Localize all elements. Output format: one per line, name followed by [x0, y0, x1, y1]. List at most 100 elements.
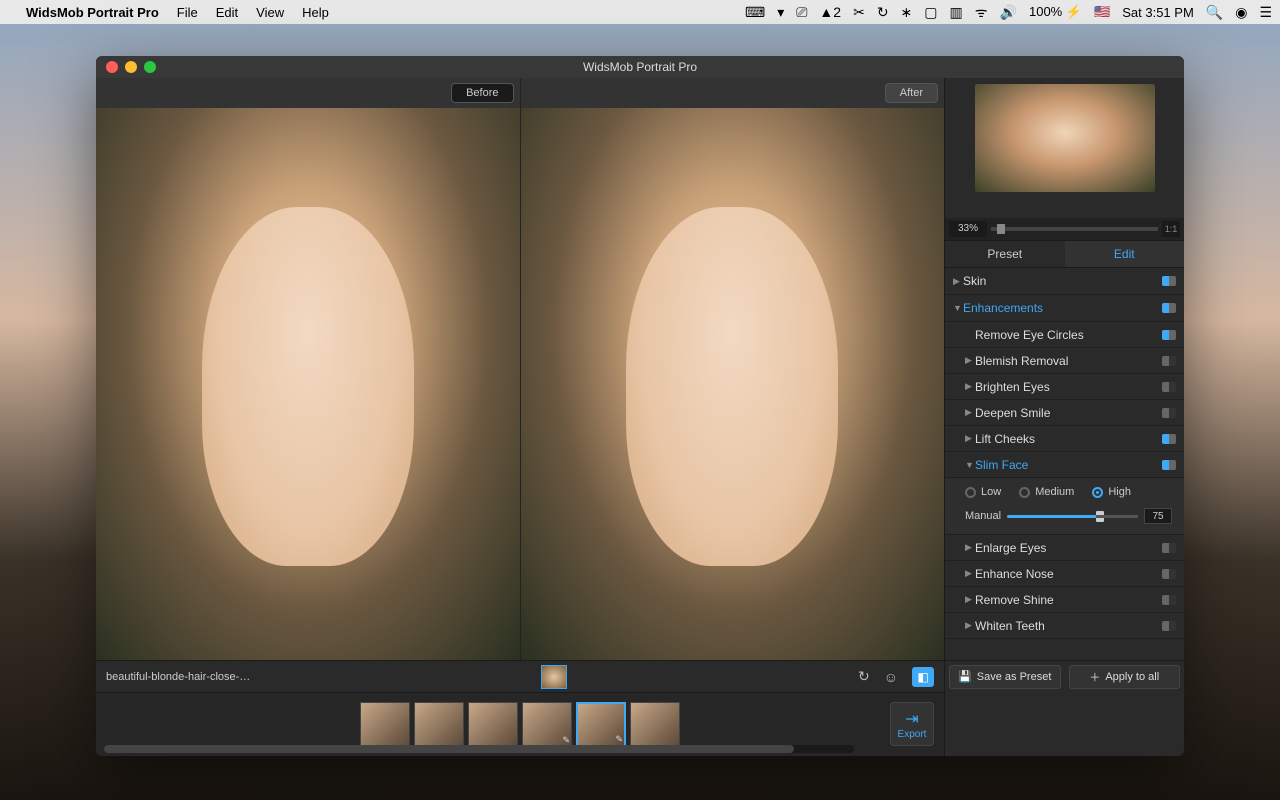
macos-menubar: WidsMob Portrait Pro File Edit View Help…	[0, 0, 1280, 24]
preview-thumbnail[interactable]	[945, 78, 1184, 218]
export-icon: ⇥	[905, 709, 918, 729]
manual-slider[interactable]	[1007, 515, 1138, 518]
thumbnail-3[interactable]	[468, 702, 518, 748]
sub-lift-cheeks[interactable]: ▶Lift Cheeks	[945, 425, 1184, 451]
maximize-window-button[interactable]	[144, 61, 156, 73]
menu-edit[interactable]: Edit	[216, 5, 238, 20]
thumbnail-1[interactable]	[360, 702, 410, 748]
wifi-icon[interactable]: ᯤ	[975, 3, 988, 22]
chevron-right-icon: ▶	[965, 542, 975, 553]
chevron-right-icon: ▶	[965, 355, 975, 366]
thumbnail-2[interactable]	[414, 702, 464, 748]
after-label: After	[885, 83, 938, 103]
compare-view-button[interactable]: ◧	[912, 667, 934, 687]
sub-enlarge-eyes[interactable]: ▶Enlarge Eyes	[945, 534, 1184, 560]
section-skin[interactable]: ▶ Skin	[945, 268, 1184, 294]
chevron-right-icon: ▶	[953, 276, 963, 287]
edited-icon: ✎	[562, 735, 570, 746]
brighten-toggle[interactable]	[1162, 382, 1176, 392]
battery-status[interactable]: 100% ⚡	[1029, 4, 1082, 20]
vpn-icon[interactable]: ▾	[777, 4, 784, 21]
notification-icon[interactable]: ☰	[1259, 4, 1272, 21]
chevron-right-icon: ▶	[965, 568, 975, 579]
sub-blemish-removal[interactable]: ▶Blemish Removal	[945, 347, 1184, 373]
chevron-down-icon: ▼	[953, 303, 963, 313]
save-preset-button[interactable]: 💾 Save as Preset	[949, 665, 1061, 689]
tab-preset[interactable]: Preset	[945, 241, 1065, 267]
display-icon[interactable]: ▥	[950, 4, 963, 21]
whiten-toggle[interactable]	[1162, 621, 1176, 631]
thumbnail-6[interactable]	[630, 702, 680, 748]
volume-icon[interactable]: 🔊	[1000, 4, 1017, 21]
adobe-icon[interactable]: ▲2	[819, 4, 841, 20]
slim-medium-radio[interactable]: Medium	[1019, 486, 1074, 498]
plus-icon: ＋	[1089, 669, 1100, 685]
sub-enhance-nose[interactable]: ▶Enhance Nose	[945, 560, 1184, 586]
before-image[interactable]	[96, 108, 521, 660]
rotate-icon[interactable]: ↻	[858, 668, 870, 685]
blemish-toggle[interactable]	[1162, 356, 1176, 366]
apply-all-button[interactable]: ＋ Apply to all	[1069, 665, 1181, 689]
airplay-icon[interactable]: ▢	[924, 4, 937, 21]
face-thumbnail[interactable]	[541, 665, 567, 689]
chevron-right-icon: ▶	[965, 594, 975, 605]
enhancements-toggle[interactable]	[1162, 303, 1176, 313]
lift-toggle[interactable]	[1162, 434, 1176, 444]
deepen-toggle[interactable]	[1162, 408, 1176, 418]
sub-slim-face[interactable]: ▼Slim Face	[945, 451, 1184, 477]
manual-label: Manual	[965, 510, 1001, 522]
timemachine-icon[interactable]: ↻	[877, 4, 889, 21]
zoom-percent[interactable]: 33%	[949, 221, 987, 237]
siri-icon[interactable]: ◉	[1235, 4, 1247, 21]
skin-toggle[interactable]	[1162, 276, 1176, 286]
tab-edit[interactable]: Edit	[1065, 241, 1185, 267]
chevron-down-icon: ▼	[965, 460, 975, 470]
export-button[interactable]: ⇥ Export	[890, 702, 934, 746]
sub-whiten-teeth[interactable]: ▶Whiten Teeth	[945, 612, 1184, 638]
remove-eye-toggle[interactable]	[1162, 330, 1176, 340]
spotlight-icon[interactable]: 🔍	[1206, 4, 1223, 21]
section-enhancements[interactable]: ▼ Enhancements	[945, 295, 1184, 321]
filename-label: beautiful-blonde-hair-close-…	[106, 671, 250, 683]
bluetooth-icon[interactable]: ∗	[901, 4, 913, 21]
chevron-right-icon: ▶	[965, 620, 975, 631]
menu-file[interactable]: File	[177, 5, 198, 20]
enlarge-toggle[interactable]	[1162, 543, 1176, 553]
thumbnail-4[interactable]: ✎	[522, 702, 572, 748]
before-label: Before	[451, 83, 513, 103]
edited-icon: ✎	[615, 734, 623, 745]
save-icon: 💾	[958, 670, 972, 683]
menu-view[interactable]: View	[256, 5, 284, 20]
thumbnail-5[interactable]: ✎	[576, 702, 626, 748]
slim-high-radio[interactable]: High	[1092, 486, 1131, 498]
sub-remove-eye-circles[interactable]: Remove Eye Circles	[945, 321, 1184, 347]
zoom-slider[interactable]	[991, 227, 1158, 231]
slim-low-radio[interactable]: Low	[965, 486, 1001, 498]
chevron-right-icon: ▶	[965, 433, 975, 444]
minimize-window-button[interactable]	[125, 61, 137, 73]
slim-face-options: Low Medium High Manual 75	[945, 477, 1184, 534]
nose-toggle[interactable]	[1162, 569, 1176, 579]
keyboard-icon[interactable]: ⌨	[745, 4, 765, 21]
after-image[interactable]	[521, 108, 945, 660]
input-flag[interactable]: 🇺🇸	[1094, 4, 1110, 20]
slim-toggle[interactable]	[1162, 460, 1176, 470]
zoom-fit-button[interactable]: 1:1	[1162, 221, 1180, 237]
close-window-button[interactable]	[106, 61, 118, 73]
camera-icon[interactable]: ⎚	[796, 4, 807, 21]
window-title: WidsMob Portrait Pro	[96, 60, 1184, 74]
shine-toggle[interactable]	[1162, 595, 1176, 605]
main-panel: Before After beautiful-blonde-hair-close…	[96, 78, 944, 756]
app-menu[interactable]: WidsMob Portrait Pro	[26, 5, 159, 20]
titlebar[interactable]: WidsMob Portrait Pro	[96, 56, 1184, 78]
chevron-right-icon: ▶	[965, 381, 975, 392]
menu-help[interactable]: Help	[302, 5, 329, 20]
sub-brighten-eyes[interactable]: ▶Brighten Eyes	[945, 373, 1184, 399]
menubar-clock[interactable]: Sat 3:51 PM	[1122, 5, 1194, 20]
face-detect-icon[interactable]: ☺	[884, 669, 898, 685]
scissors-icon[interactable]: ✂	[853, 4, 865, 21]
sub-remove-shine[interactable]: ▶Remove Shine	[945, 586, 1184, 612]
manual-value[interactable]: 75	[1144, 508, 1172, 524]
sub-deepen-smile[interactable]: ▶Deepen Smile	[945, 399, 1184, 425]
filmstrip-scrollbar[interactable]	[104, 745, 854, 753]
